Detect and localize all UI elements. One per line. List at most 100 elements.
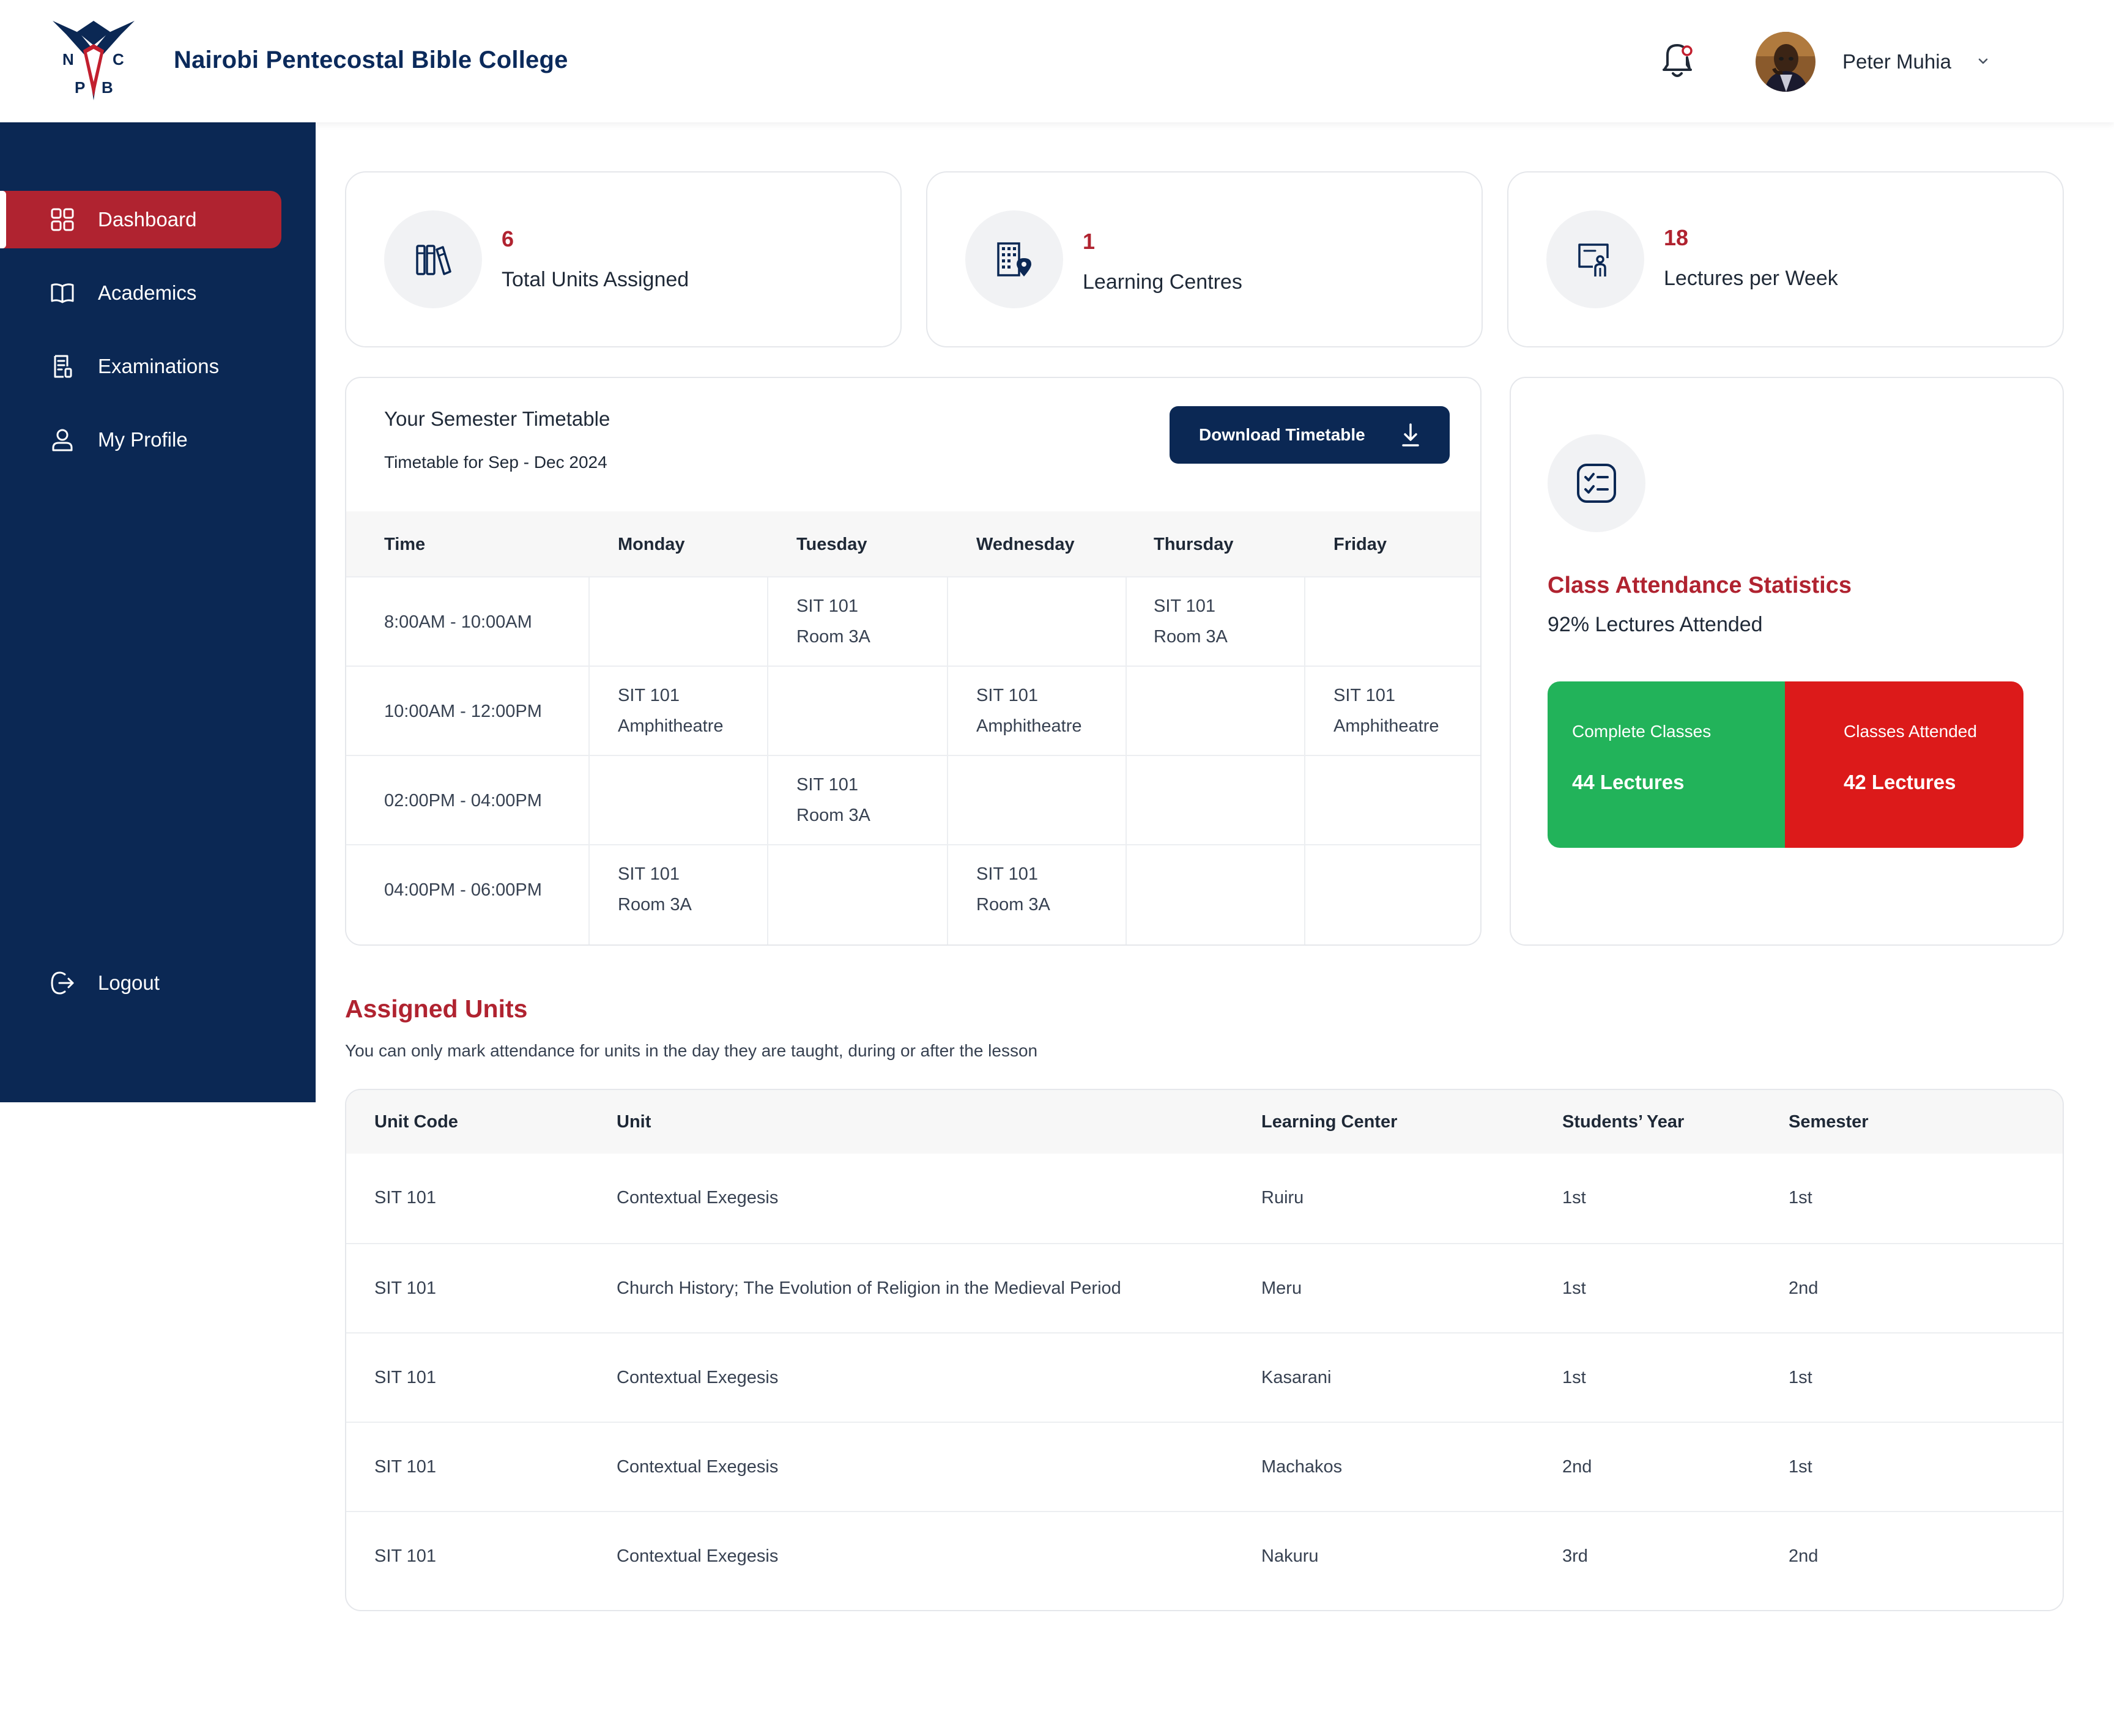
timetable-column-header: Time (384, 535, 426, 554)
timetable-row: 02:00PM - 04:00PM SIT 101 Room 3A (346, 755, 1480, 844)
units-column-header: Learning Center (1261, 1112, 1398, 1132)
classes-attended-box: Classes Attended 42 Lectures (1785, 681, 2023, 848)
exam-document-icon (54, 355, 72, 378)
slot-room: Amphitheatre (976, 716, 1082, 736)
timetable-slot[interactable]: SIT 101 Room 3A (796, 591, 870, 652)
slot-room: Room 3A (1154, 627, 1228, 647)
timetable-time: 8:00AM - 10:00AM (384, 612, 532, 632)
timetable-time: 02:00PM - 04:00PM (384, 791, 542, 811)
semester-cell: 2nd (1789, 1278, 1819, 1298)
logout-icon (51, 971, 74, 995)
table-row[interactable]: SIT 101 Church History; The Evolution of… (346, 1243, 2063, 1332)
timetable-row: 10:00AM - 12:00PM SIT 101 Amphitheatre S… (346, 666, 1480, 755)
stat-value: 6 (502, 226, 514, 251)
building-location-icon (997, 242, 1031, 276)
students-year-cell: 2nd (1562, 1457, 1592, 1477)
students-year-cell: 1st (1562, 1188, 1586, 1207)
timetable-slot[interactable]: SIT 101 Amphitheatre (618, 680, 724, 741)
assigned-units-title: Assigned Units (345, 995, 528, 1023)
notification-bell-icon[interactable] (1659, 39, 1696, 82)
sidebar-item-label: My Profile (98, 428, 188, 451)
grid-icon (51, 208, 74, 231)
timetable-slot[interactable]: SIT 101 Amphitheatre (1333, 680, 1439, 741)
slot-room: Room 3A (796, 806, 870, 825)
learning-center-cell: Meru (1261, 1278, 1302, 1298)
stat-card-learning-centres: 1 Learning Centres (926, 171, 1483, 347)
logo-letter-b: B (102, 78, 113, 97)
slot-unit: SIT 101 (1154, 596, 1216, 616)
timetable-slot[interactable]: SIT 101 Room 3A (976, 859, 1050, 920)
table-row[interactable]: SIT 101 Contextual Exegesis Kasarani 1st… (346, 1332, 2063, 1422)
table-row[interactable]: SIT 101 Contextual Exegesis Ruiru 1st 1s… (346, 1154, 2063, 1243)
slot-unit: SIT 101 (618, 864, 680, 884)
stat-label: Learning Centres (1083, 270, 1242, 294)
logout-button[interactable]: Logout (0, 954, 281, 1012)
complete-classes-label: Complete Classes (1572, 722, 1712, 741)
slot-unit: SIT 101 (796, 775, 859, 795)
semester-cell: 2nd (1789, 1546, 1819, 1566)
unit-name-cell: Contextual Exegesis (617, 1457, 779, 1477)
chevron-down-icon[interactable] (1975, 53, 1992, 70)
books-icon (416, 245, 451, 275)
attendance-card: Class Attendance Statistics 92% Lectures… (1510, 377, 2064, 946)
slot-room: Room 3A (796, 627, 870, 647)
semester-cell: 1st (1789, 1457, 1812, 1477)
stat-icon-circle (965, 210, 1063, 308)
stat-label: Lectures per Week (1664, 267, 1838, 290)
timetable-slot[interactable]: SIT 101 Room 3A (1154, 591, 1228, 652)
sidebar-item-academics[interactable]: Academics (0, 264, 281, 322)
user-name[interactable]: Peter Muhia (1842, 50, 1951, 73)
slot-unit: SIT 101 (1333, 686, 1396, 705)
timetable-slot[interactable]: SIT 101 Room 3A (796, 770, 870, 831)
unit-code-cell: SIT 101 (374, 1278, 437, 1298)
top-header: N C P B Nairobi Pentecostal Bible Colleg… (0, 0, 2114, 122)
logo-letter-n: N (62, 50, 74, 69)
timetable-column-header: Wednesday (976, 535, 1075, 554)
user-avatar[interactable] (1756, 32, 1815, 92)
unit-code-cell: SIT 101 (374, 1546, 437, 1566)
students-year-cell: 3rd (1562, 1546, 1588, 1566)
timetable-slot[interactable]: SIT 101 Room 3A (618, 859, 692, 920)
timetable-row: 04:00PM - 06:00PM SIT 101 Room 3A SIT 10… (346, 844, 1480, 944)
download-timetable-button[interactable]: Download Timetable (1170, 406, 1450, 464)
learning-center-cell: Kasarani (1261, 1368, 1332, 1387)
sidebar-item-dashboard[interactable]: Dashboard (0, 191, 281, 248)
units-column-header: Unit (617, 1112, 651, 1132)
assigned-units-table: Unit Code Unit Learning Center Students’… (345, 1089, 2064, 1611)
timetable-slot[interactable]: SIT 101 Amphitheatre (976, 680, 1082, 741)
table-row[interactable]: SIT 101 Contextual Exegesis Machakos 2nd… (346, 1422, 2063, 1511)
logout-label: Logout (98, 971, 160, 994)
unit-code-cell: SIT 101 (374, 1368, 437, 1387)
slot-room: Amphitheatre (618, 716, 724, 736)
units-header-row: Unit Code Unit Learning Center Students’… (346, 1090, 2063, 1154)
timetable-time: 10:00AM - 12:00PM (384, 702, 542, 721)
attendance-title: Class Attendance Statistics (1548, 573, 1852, 598)
unit-name-cell: Contextual Exegesis (617, 1188, 779, 1207)
table-row[interactable]: SIT 101 Contextual Exegesis Nakuru 3rd 2… (346, 1511, 2063, 1600)
sidebar-item-label: Examinations (98, 355, 220, 377)
checklist-icon (1577, 464, 1616, 503)
slot-room: Room 3A (976, 895, 1050, 914)
timetable-column-header: Tuesday (796, 535, 867, 554)
stat-value: 18 (1664, 225, 1689, 250)
slot-unit: SIT 101 (796, 596, 859, 616)
timetable-time: 04:00PM - 06:00PM (384, 880, 542, 900)
students-year-cell: 1st (1562, 1368, 1586, 1387)
stat-icon-circle (1546, 210, 1644, 308)
sidebar-item-examinations[interactable]: Examinations (0, 338, 281, 395)
timetable-card: Your Semester Timetable Timetable for Se… (345, 377, 1482, 946)
book-open-icon (51, 283, 74, 303)
semester-cell: 1st (1789, 1188, 1812, 1207)
stat-icon-circle (384, 210, 482, 308)
learning-center-cell: Ruiru (1261, 1188, 1304, 1207)
stat-card-lectures: 18 Lectures per Week (1507, 171, 2064, 347)
timetable-column-header: Friday (1333, 535, 1387, 554)
unit-name-cell: Contextual Exegesis (617, 1368, 779, 1387)
timetable-header-row: Time Monday Tuesday Wednesday Thursday F… (346, 511, 1480, 576)
timetable-subtitle: Timetable for Sep - Dec 2024 (384, 453, 607, 472)
attendance-icon-circle (1548, 434, 1645, 532)
download-icon (1402, 423, 1419, 447)
sidebar-item-my-profile[interactable]: My Profile (0, 411, 281, 469)
college-name: Nairobi Pentecostal Bible College (174, 46, 568, 73)
college-logo[interactable]: N C P B (53, 21, 135, 100)
